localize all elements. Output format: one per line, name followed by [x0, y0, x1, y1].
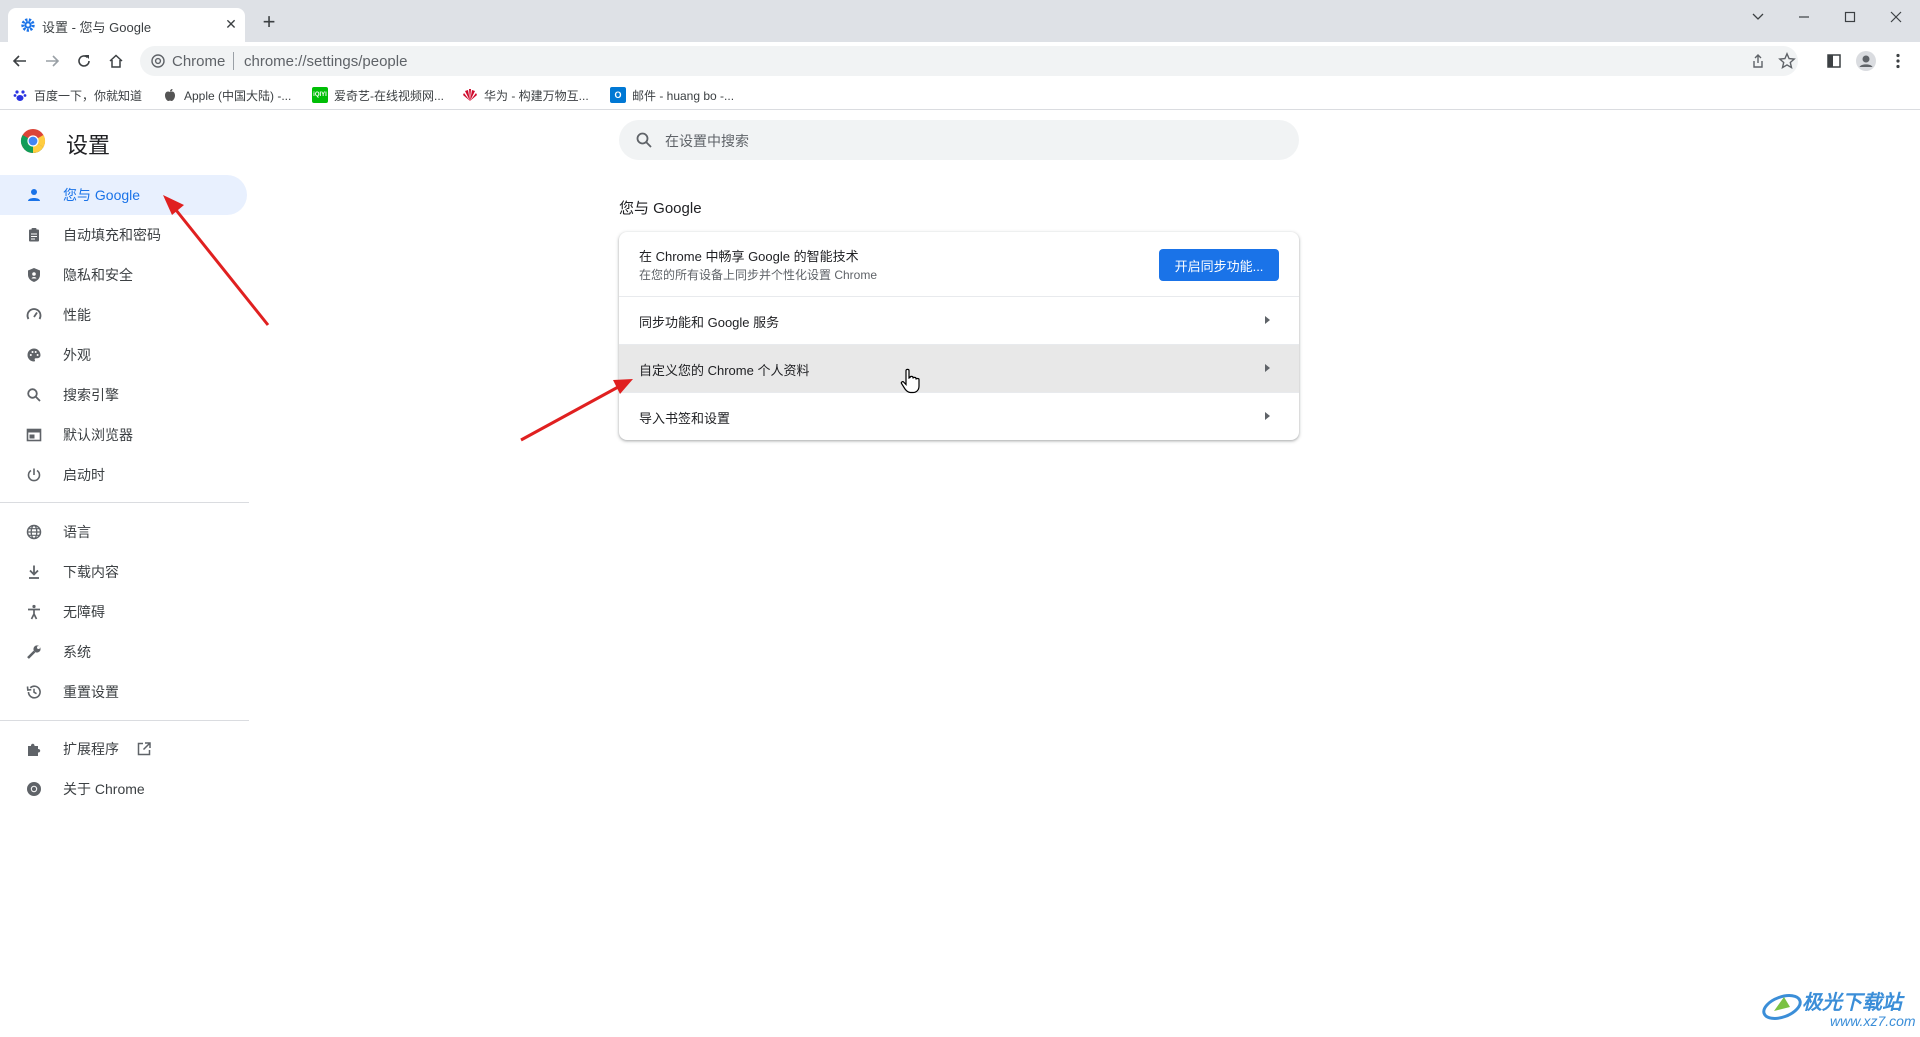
watermark-text: 极光下载站 [1802, 992, 1902, 1014]
watermark-url: www.xz7.com [1830, 1013, 1916, 1029]
annotation-arrow-sidebar [163, 195, 270, 326]
annotation-arrows [163, 195, 633, 442]
annotation-arrow-row [520, 379, 633, 442]
